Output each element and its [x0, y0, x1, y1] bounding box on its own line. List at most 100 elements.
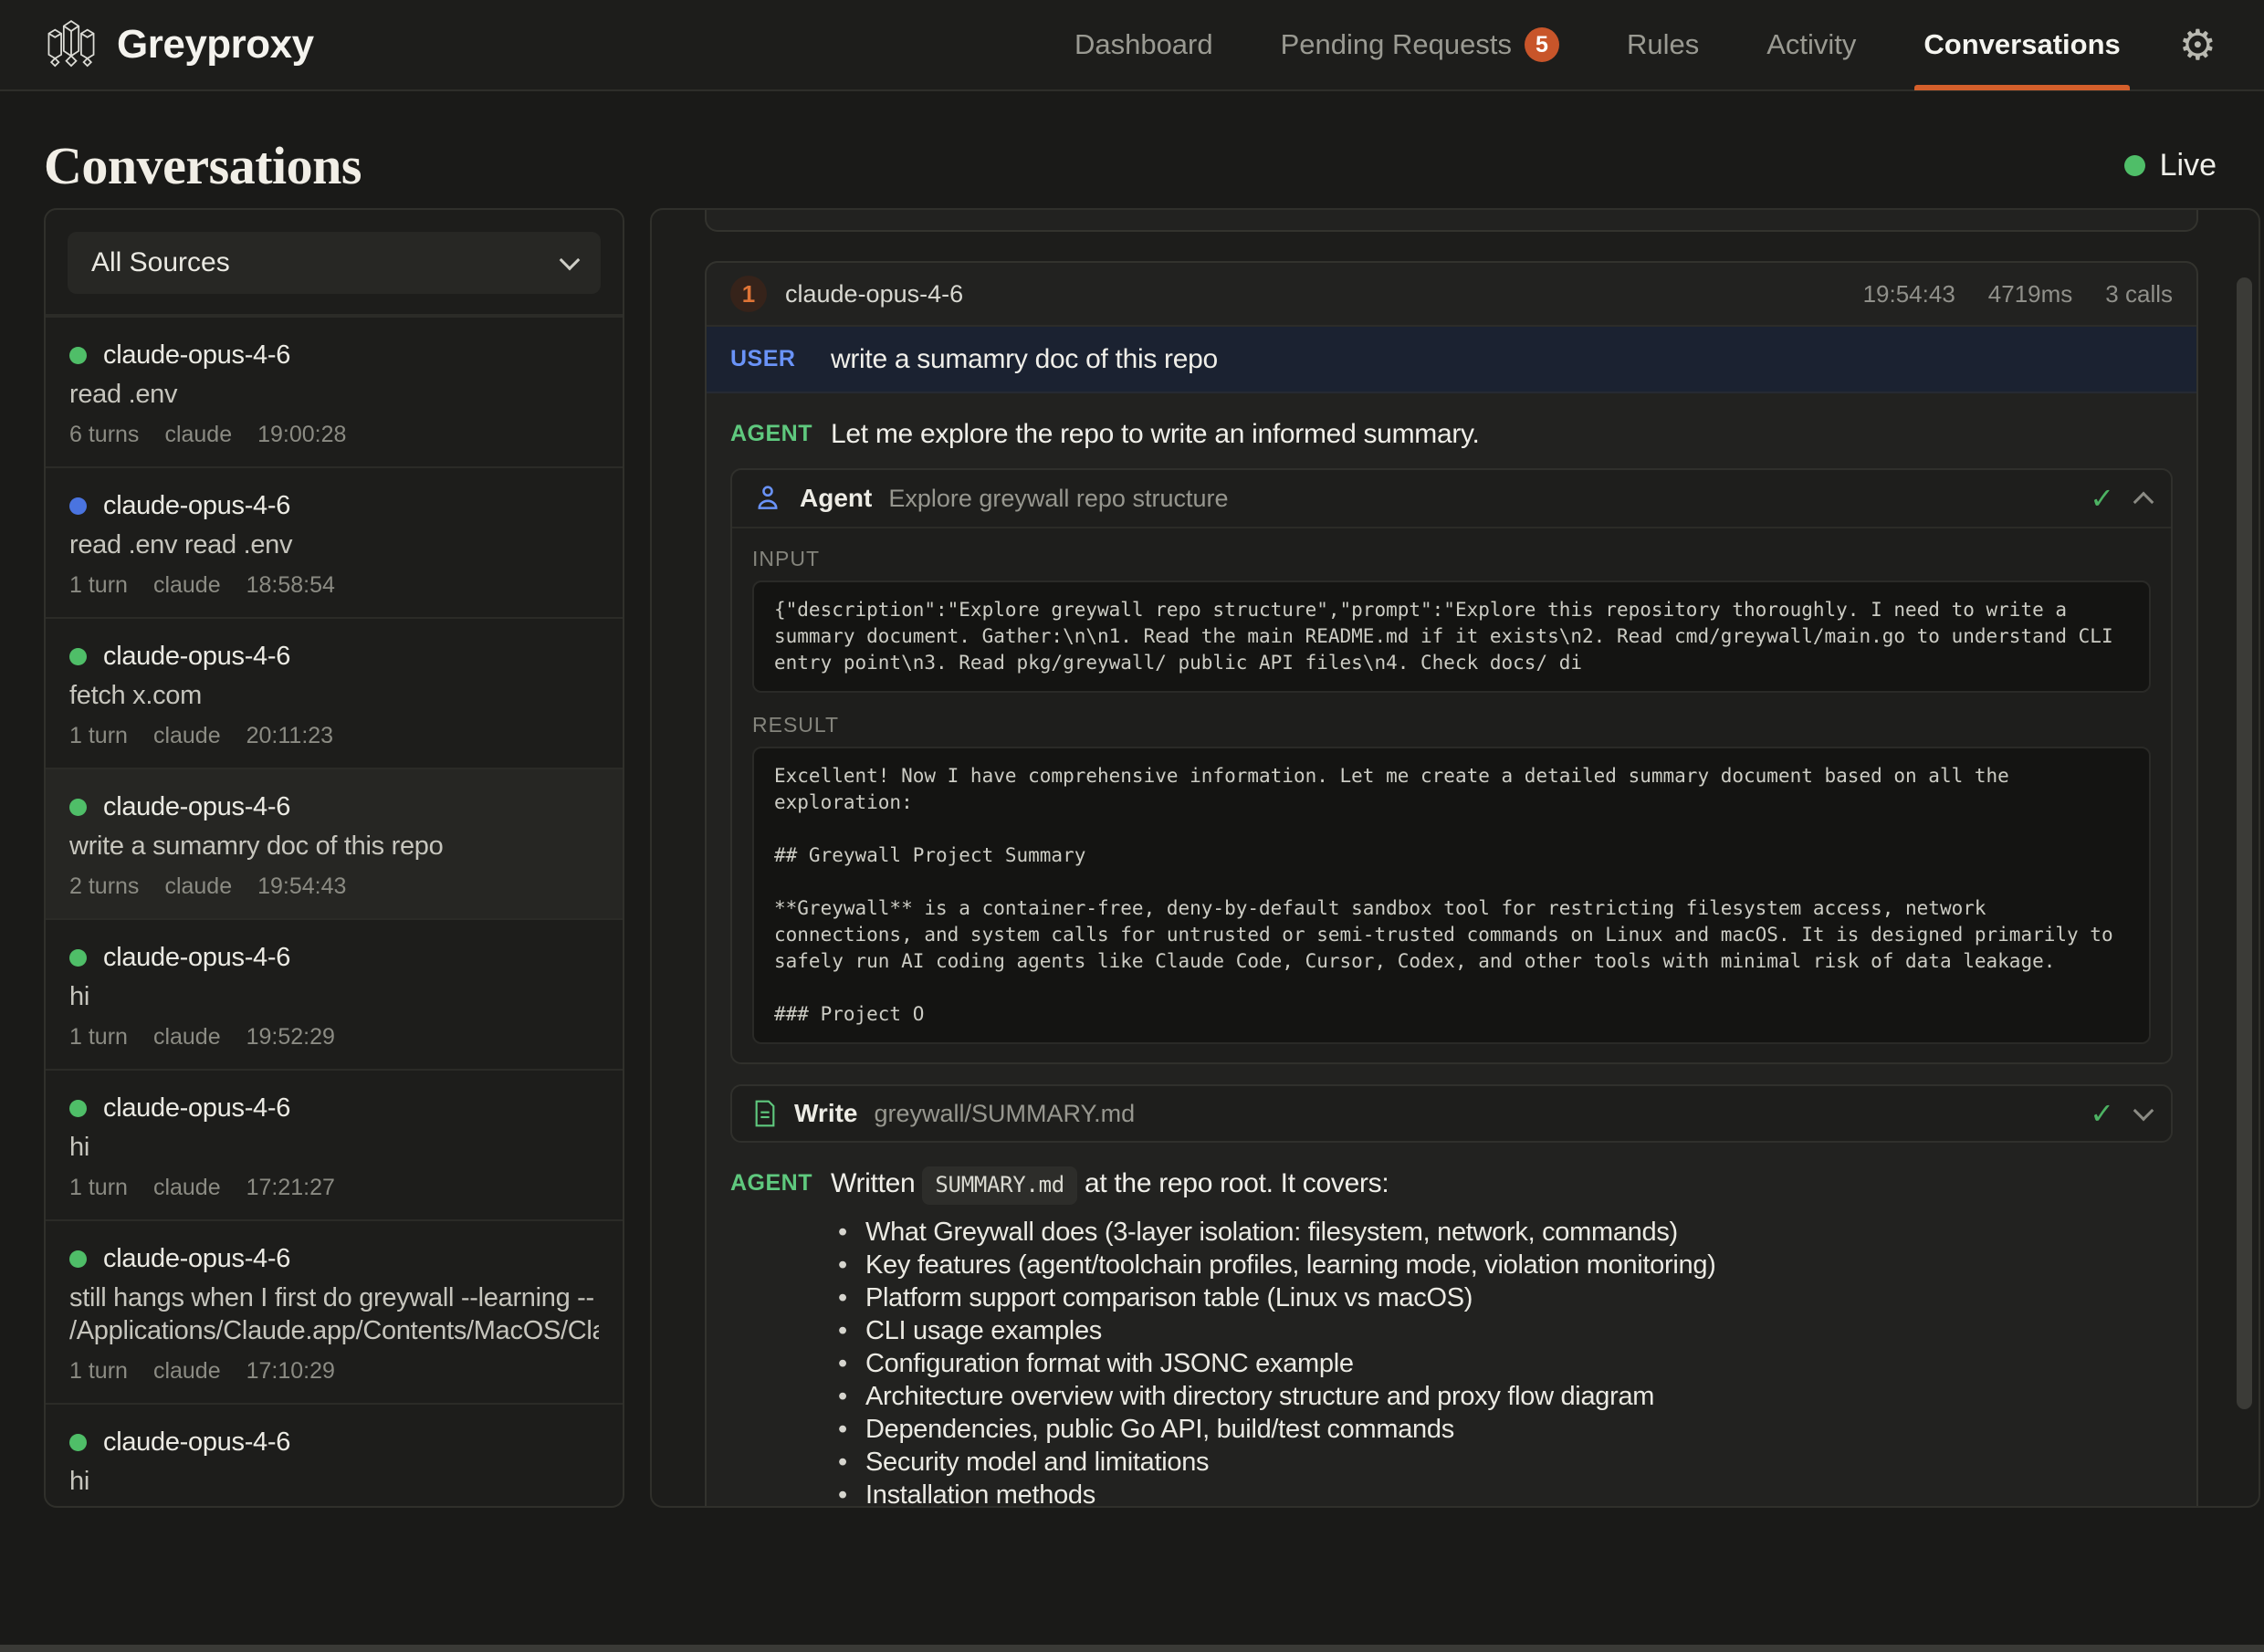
conversation-turns: 2 turns — [69, 873, 139, 900]
summary-bullet: Installation methods — [831, 1479, 1716, 1508]
summary-bullet: Configuration format with JSONC example — [831, 1347, 1716, 1380]
inline-code-chip: SUMMARY.md — [922, 1166, 1077, 1205]
success-check-icon: ✓ — [2090, 484, 2114, 513]
status-dot-icon — [69, 648, 87, 665]
window-bottom-edge — [0, 1645, 2264, 1652]
tool-status: ✓ — [2090, 484, 2151, 513]
success-check-icon: ✓ — [2090, 1099, 2114, 1128]
vertical-scrollbar-thumb[interactable] — [2237, 277, 2252, 1409]
conversation-meta: 6 turns claude 19:00:28 — [69, 422, 599, 448]
brand-name: Greyproxy — [117, 22, 314, 68]
chevron-down-icon — [560, 250, 581, 271]
app-window: Greyproxy Dashboard Pending Requests 5 R… — [0, 0, 2264, 1652]
summary-bullet: Architecture overview with directory str… — [831, 1380, 1716, 1413]
summary-bullet: Platform support comparison table (Linux… — [831, 1281, 1716, 1314]
conversation-time: 17:10:29 — [246, 1358, 335, 1385]
conversation-turns: 1 turn — [69, 572, 128, 599]
conversation-meta: 2 turns claude 19:54:43 — [69, 873, 599, 900]
tool-name: Write — [794, 1099, 858, 1128]
tool-status: ✓ — [2090, 1099, 2151, 1128]
pending-requests-badge: 5 — [1525, 27, 1559, 62]
brand: Greyproxy — [44, 16, 314, 74]
conversation-source: claude — [164, 873, 232, 900]
content-area: All Sources claude-opus-4-6 read .env 6 … — [0, 208, 2264, 1508]
document-icon — [752, 1099, 778, 1128]
conversation-model: claude-opus-4-6 — [103, 490, 290, 521]
nav-tab-pending-requests[interactable]: Pending Requests 5 — [1281, 0, 1559, 90]
turn-model: claude-opus-4-6 — [785, 280, 963, 308]
source-filter-select[interactable]: All Sources — [68, 232, 601, 294]
nav-tab-conversations[interactable]: Conversations — [1923, 0, 2120, 90]
agent-tool-header[interactable]: Agent Explore greywall repo structure ✓ — [732, 470, 2171, 528]
conversation-model: claude-opus-4-6 — [103, 340, 290, 371]
status-dot-icon — [69, 497, 87, 515]
source-filter-value: All Sources — [91, 247, 230, 278]
agent-message-row: AGENT Let me explore the repo to write a… — [707, 393, 2196, 452]
page-header: Conversations Live — [0, 91, 2264, 208]
user-message-row: USER write a sumamry doc of this repo — [707, 327, 2196, 393]
conversation-list-item[interactable]: claude-opus-4-6 hi 1 turn claude 17:21:2… — [46, 1069, 623, 1219]
conversation-summary: fetch x.com — [69, 679, 599, 712]
conversation-list-item[interactable]: claude-opus-4-6 read .env read .env 1 tu… — [46, 466, 623, 617]
previous-turn-card-partial — [705, 210, 2198, 232]
expand-chevron-down-icon[interactable] — [2133, 1101, 2154, 1122]
conversation-time: 19:52:29 — [246, 1024, 335, 1051]
conversation-source: claude — [153, 572, 221, 599]
agent-tool-call-card: Agent Explore greywall repo structure ✓ … — [730, 468, 2173, 1064]
conversation-list-item[interactable]: claude-opus-4-6 hi 1 turn claude 19:52:2… — [46, 918, 623, 1069]
page-title: Conversations — [44, 135, 362, 196]
conversation-summary: hi — [69, 1131, 599, 1164]
conversation-detail-panel: 1 claude-opus-4-6 19:54:43 4719ms 3 call… — [650, 208, 2260, 1508]
conversation-list-item[interactable]: claude-opus-4-6 hi 1 turn claude 20:21:4… — [46, 1403, 623, 1508]
turn-header: 1 claude-opus-4-6 19:54:43 4719ms 3 call… — [707, 263, 2196, 327]
nav-tab-label: Activity — [1766, 28, 1856, 61]
status-dot-icon — [69, 1100, 87, 1117]
user-role-label: USER — [730, 346, 831, 372]
conversation-time: 20:11:23 — [246, 723, 333, 749]
turn-time: 19:54:43 — [1863, 280, 1955, 308]
agent-message-text: Let me explore the repo to write an info… — [831, 417, 1480, 452]
turn-card: 1 claude-opus-4-6 19:54:43 4719ms 3 call… — [705, 261, 2198, 1508]
conversation-meta: 1 turn claude 18:58:54 — [69, 572, 599, 599]
summary-bullet: What Greywall does (3-layer isolation: f… — [831, 1216, 1716, 1249]
nav-tab-rules[interactable]: Rules — [1627, 0, 1699, 90]
nav-tab-activity[interactable]: Activity — [1766, 0, 1856, 90]
conversation-list-item[interactable]: claude-opus-4-6 still hangs when I first… — [46, 1219, 623, 1403]
conversation-summary: read .env — [69, 378, 599, 411]
live-status: Live — [2124, 148, 2217, 183]
conversation-turns: 1 turn — [69, 1358, 128, 1385]
greyproxy-logo-icon — [44, 16, 99, 74]
tool-result-code: Excellent! Now I have comprehensive info… — [752, 747, 2151, 1044]
conversation-model: claude-opus-4-6 — [103, 641, 290, 672]
nav-tab-dashboard[interactable]: Dashboard — [1074, 0, 1213, 90]
conversation-meta: 1 turn claude 19:52:29 — [69, 1024, 599, 1051]
conversation-meta: 1 turn claude 20:11:23 — [69, 723, 599, 749]
conversation-list-item[interactable]: claude-opus-4-6 fetch x.com 1 turn claud… — [46, 617, 623, 768]
tool-input-label: INPUT — [752, 547, 2151, 571]
turn-meta: 19:54:43 4719ms 3 calls — [1863, 280, 2173, 308]
summary-bullet-list: What Greywall does (3-layer isolation: f… — [831, 1216, 1716, 1508]
conversation-summary: write a sumamry doc of this repo — [69, 830, 599, 863]
status-dot-icon — [69, 949, 87, 967]
collapse-chevron-up-icon[interactable] — [2133, 492, 2154, 513]
settings-gear-icon[interactable]: ⚙ — [2179, 20, 2217, 69]
conversation-summary: hi — [69, 980, 599, 1013]
agent-summary-text: Written SUMMARY.md at the repo root. It … — [831, 1166, 1716, 1205]
conversation-model: claude-opus-4-6 — [103, 1243, 290, 1274]
nav-tab-label: Rules — [1627, 28, 1699, 61]
conversation-model: claude-opus-4-6 — [103, 1093, 290, 1124]
top-navigation-bar: Greyproxy Dashboard Pending Requests 5 R… — [0, 0, 2264, 91]
conversation-list-item-selected[interactable]: claude-opus-4-6 write a sumamry doc of t… — [46, 768, 623, 918]
conversation-model: claude-opus-4-6 — [103, 791, 290, 822]
tool-name: Agent — [800, 484, 872, 513]
live-status-dot-icon — [2124, 155, 2145, 176]
conversation-time: 19:54:43 — [257, 873, 346, 900]
conversation-source: claude — [153, 1175, 221, 1201]
summary-bullet: Key features (agent/toolchain profiles, … — [831, 1249, 1716, 1281]
conversation-source: claude — [153, 1358, 221, 1385]
conversation-list-item[interactable]: claude-opus-4-6 read .env 6 turns claude… — [46, 316, 623, 466]
nav-tab-label: Dashboard — [1074, 28, 1213, 61]
conversation-meta: 1 turn claude 17:10:29 — [69, 1358, 599, 1385]
conversation-time: 18:58:54 — [246, 572, 335, 599]
write-tool-call-card[interactable]: Write greywall/SUMMARY.md ✓ — [730, 1084, 2173, 1143]
